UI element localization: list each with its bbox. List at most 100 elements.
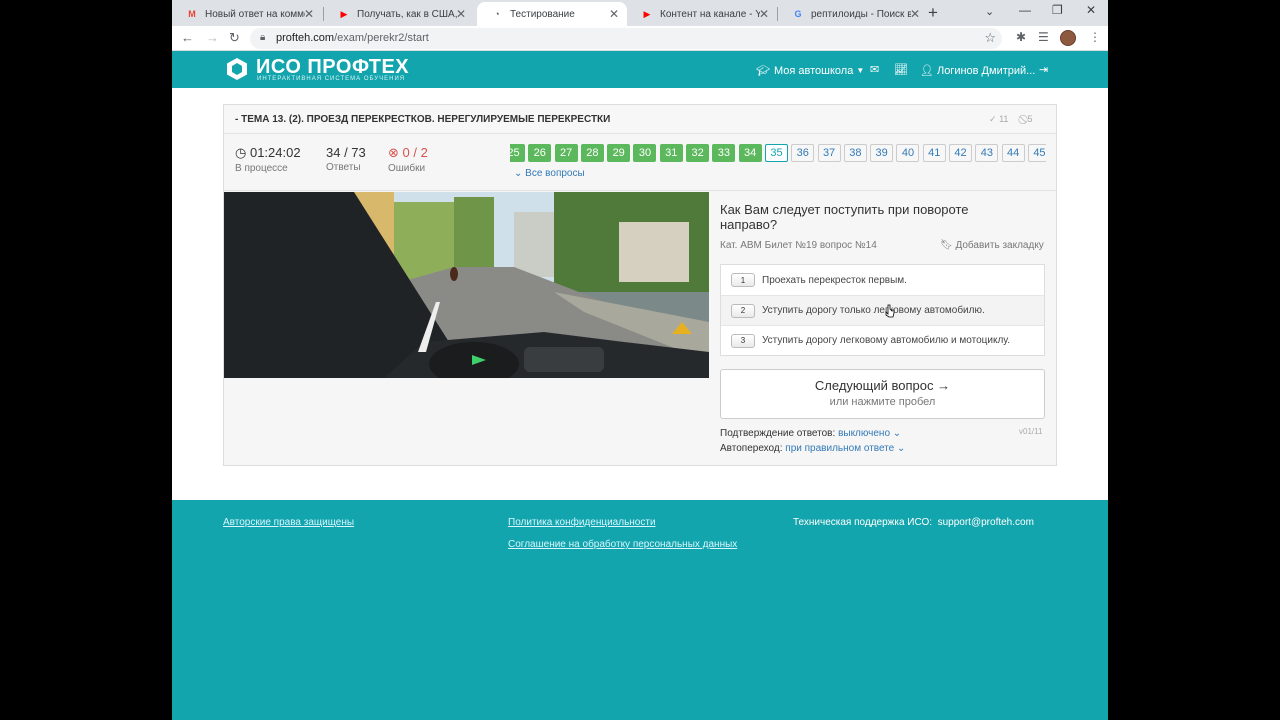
question-area: Как Вам следует поступить при повороте н…: [224, 190, 1056, 465]
question-number-35[interactable]: 35: [764, 144, 788, 162]
browser-tab[interactable]: M Новый ответ на коммент✕: [172, 2, 322, 26]
question-number-43[interactable]: 43: [975, 144, 999, 162]
question-number-32[interactable]: 32: [686, 144, 710, 162]
question-number-36[interactable]: 36: [791, 144, 815, 162]
school-menu[interactable]: 🎓︎ Моя автошкола ▼: [756, 64, 865, 78]
close-tab-icon[interactable]: ✕: [759, 7, 769, 21]
reading-list-icon[interactable]: ☰: [1038, 30, 1049, 44]
question-number-37[interactable]: 37: [817, 144, 841, 162]
main-content: - ТЕМА 13. (2). ПРОЕЗД ПЕРЕКРЕСТКОВ. НЕР…: [172, 88, 1108, 500]
question-text: Как Вам следует поступить при повороте н…: [720, 202, 969, 232]
add-bookmark-button[interactable]: 🔖︎ Добавить закладку: [940, 240, 1044, 251]
panel-header: - ТЕМА 13. (2). ПРОЕЗД ПЕРЕКРЕСТКОВ. НЕР…: [224, 105, 1056, 134]
tab-title: Новый ответ на коммент: [205, 8, 305, 20]
answer-list: 1 Проехать перекресток первым. 2 Уступить д…: [720, 264, 1045, 356]
question-number-29[interactable]: 29: [607, 144, 631, 162]
browser-tab[interactable]: ▶ Получать, как в США, тра✕: [324, 2, 474, 26]
question-number-33[interactable]: 33: [712, 144, 736, 162]
all-questions-toggle[interactable]: ⌄ Все вопросы: [514, 168, 585, 179]
confirm-toggle[interactable]: выключено ⌄: [838, 428, 901, 439]
close-window-icon[interactable]: ✕: [1086, 3, 1096, 17]
question-number-39[interactable]: 39: [870, 144, 894, 162]
check-icon: ✓: [989, 114, 997, 124]
answer-number-badge: 2: [731, 303, 755, 318]
topic-title: - ТЕМА 13. (2). ПРОЕЗД ПЕРЕКРЕСТКОВ. НЕР…: [235, 114, 611, 125]
stats-icon[interactable]: 📈︎: [894, 63, 908, 76]
site-header: ИСО ПРОФТЕХ ИНТЕРАКТИВНАЯ СИСТЕМА ОБУЧЕН…: [172, 51, 1108, 88]
google-icon: G: [794, 9, 802, 19]
close-tab-icon[interactable]: ✕: [456, 7, 466, 21]
question-image: [224, 192, 709, 378]
browser-tab[interactable]: ▶ Контент на канале - YouT✕: [627, 2, 777, 26]
copyright-link[interactable]: Авторские права защищены: [223, 517, 354, 528]
consent-link[interactable]: Соглашение на обработку персональных дан…: [508, 539, 737, 550]
messages-icon[interactable]: ✉: [870, 63, 879, 76]
question-number-38[interactable]: 38: [843, 144, 867, 162]
answer-option-2[interactable]: 2 Уступить дорогу только легковому автомо…: [721, 295, 1044, 325]
question-meta: Кат. ABM Билет №19 вопрос №14: [720, 240, 877, 251]
autoskip-toggle[interactable]: при правильном ответе ⌄: [785, 443, 905, 454]
bookmark-icon: 🔖︎: [940, 240, 953, 251]
logout-icon[interactable]: ⇥: [1039, 63, 1048, 76]
question-number-40[interactable]: 40: [896, 144, 920, 162]
question-number-42[interactable]: 42: [949, 144, 973, 162]
question-number-31[interactable]: 31: [659, 144, 683, 162]
question-number-26[interactable]: 26: [528, 144, 552, 162]
bookmark-star-icon[interactable]: ☆: [984, 30, 996, 46]
new-tab-icon[interactable]: +: [928, 3, 938, 23]
forward-icon[interactable]: →: [206, 30, 219, 45]
graduation-cap-icon: 🎓︎: [756, 65, 770, 77]
support-email[interactable]: support@profteh.com: [938, 517, 1034, 528]
address-bar[interactable]: 🔒︎ profteh.com/exam/perekr2/start ☆: [250, 28, 1002, 49]
reload-icon[interactable]: ↻: [229, 30, 240, 46]
answer-number-badge: 1: [731, 273, 755, 287]
question-number-30[interactable]: 30: [633, 144, 657, 162]
answer-text: Уступить дорогу только легковому автомоб…: [762, 305, 985, 316]
caret-down-icon: ▼: [856, 66, 865, 75]
answer-text: Проехать перекресток первым.: [762, 274, 907, 286]
close-tab-icon[interactable]: ✕: [910, 7, 920, 21]
question-number-25[interactable]: 25: [510, 144, 525, 162]
user-icon: 👤︎: [920, 65, 934, 77]
logo-icon[interactable]: [225, 57, 249, 81]
version-label: v01/11: [1019, 427, 1043, 436]
tab-title: Контент на канале - YouT: [660, 8, 760, 20]
confirm-setting: Подтверждение ответов: выключено ⌄: [720, 428, 902, 439]
question-number-34[interactable]: 34: [738, 144, 762, 162]
answer-option-3[interactable]: 3 Уступить дорогу легковому автомобилю и …: [721, 325, 1044, 355]
privacy-link[interactable]: Политика конфиденциальности: [508, 517, 656, 528]
minimize-icon[interactable]: —: [1019, 3, 1031, 17]
answer-option-1[interactable]: 1 Проехать перекресток первым.: [721, 265, 1044, 295]
tab-search-icon[interactable]: ⌄: [985, 5, 994, 18]
close-tab-icon[interactable]: ✕: [609, 7, 619, 21]
question-number-45[interactable]: 45: [1027, 144, 1046, 162]
menu-icon[interactable]: ⋮: [1089, 30, 1101, 44]
browser-tab[interactable]: Gрептилоиды - Поиск в Go✕: [778, 2, 928, 26]
chevron-down-icon: ⌄: [514, 168, 523, 179]
exam-panel: - ТЕМА 13. (2). ПРОЕЗД ПЕРЕКРЕСТКОВ. НЕР…: [223, 104, 1057, 466]
answers-counter: 34 / 73 Ответы: [326, 145, 366, 173]
question-number-27[interactable]: 27: [554, 144, 578, 162]
youtube-icon: ▶: [340, 8, 348, 19]
browser-toolbar: ← → ↻ 🔒︎ profteh.com/exam/perekr2/start …: [172, 26, 1108, 51]
restore-icon[interactable]: ❐: [1052, 3, 1063, 17]
question-number-44[interactable]: 44: [1001, 144, 1025, 162]
tab-strip: MНовый ответ на коммент✕▶Получать, как в…: [172, 0, 1108, 26]
youtube-icon: ▶: [643, 8, 651, 19]
answer-text: Уступить дорогу легковому автомобилю и м…: [762, 335, 1011, 346]
back-icon[interactable]: ←: [181, 30, 194, 45]
clock-icon: ◷: [235, 145, 247, 160]
errors-counter: ⊗ 0 / 2 Ошибки: [388, 145, 428, 174]
next-question-button[interactable]: Следующий вопрос → или нажмите пробел: [720, 369, 1045, 419]
gmail-icon: M: [188, 9, 196, 19]
question-number-41[interactable]: 41: [922, 144, 946, 162]
question-number-28[interactable]: 28: [580, 144, 604, 162]
browser-tab[interactable]: ◔ Тестирование ✕: [477, 2, 627, 26]
error-circle-icon: ⊗: [388, 145, 399, 160]
user-menu[interactable]: 👤︎ Логинов Дмитрий...: [920, 64, 1035, 78]
tab-title: Получать, как в США, тра: [357, 8, 457, 20]
question-navigator: 25 26 27 28 29 30 31 32 33 34 35 36 37 38 39 40 41 42 43 44…: [510, 144, 1046, 164]
profile-avatar[interactable]: [1060, 30, 1076, 46]
close-tab-icon[interactable]: ✕: [304, 7, 314, 21]
extensions-icon[interactable]: ✱: [1016, 30, 1026, 44]
